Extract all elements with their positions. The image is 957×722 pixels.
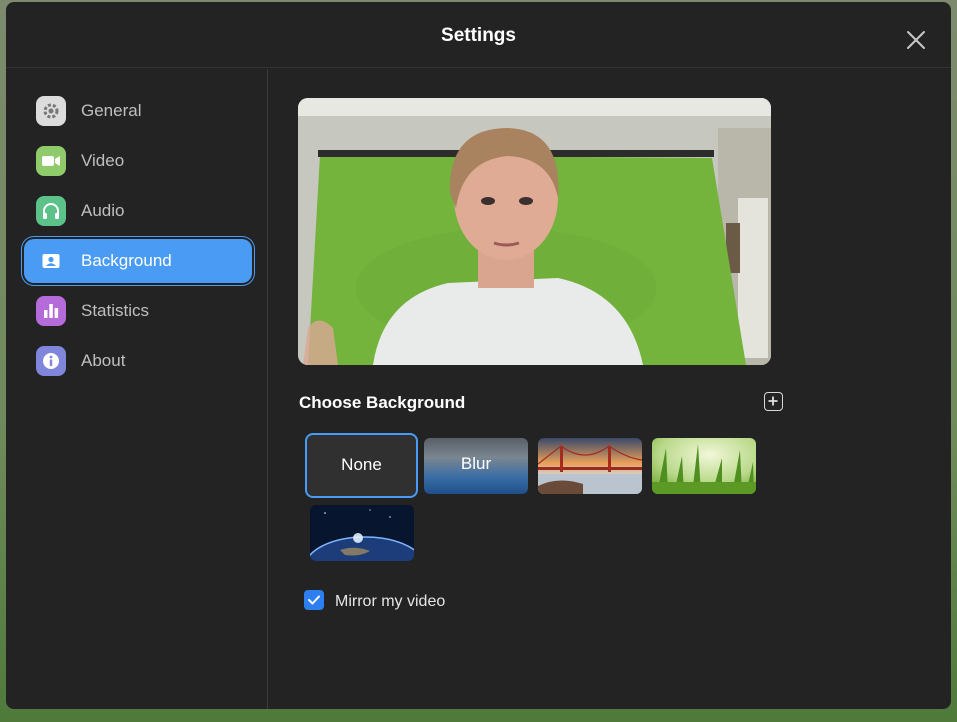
headphones-icon: [36, 196, 66, 226]
info-icon: [36, 346, 66, 376]
choose-background-title: Choose Background: [299, 393, 466, 412]
settings-window: Settings General Video Audio Background …: [6, 2, 951, 709]
background-option-grass[interactable]: [652, 438, 756, 494]
close-icon: [907, 31, 925, 49]
sidebar-item-label: Background: [81, 251, 172, 270]
background-option-label: None: [341, 455, 382, 474]
sidebar-item-background[interactable]: Background: [24, 239, 252, 283]
add-background-button[interactable]: [764, 392, 783, 411]
portrait-icon: [36, 246, 66, 276]
window-title: Settings: [441, 25, 516, 46]
sidebar-item-general[interactable]: General: [24, 89, 252, 133]
sidebar-item-label: Audio: [81, 201, 125, 220]
background-option-label: Blur: [460, 454, 492, 473]
video-camera-icon: [36, 146, 66, 176]
plus-icon: [768, 396, 778, 406]
video-preview: [298, 98, 771, 365]
mirror-video-label: Mirror my video: [335, 593, 446, 610]
close-button[interactable]: [905, 29, 927, 51]
sidebar-item-about[interactable]: About: [24, 339, 252, 383]
sidebar-item-audio[interactable]: Audio: [24, 189, 252, 233]
background-option-golden-gate-bridge[interactable]: [538, 438, 642, 494]
sidebar-item-label: General: [81, 101, 142, 120]
sidebar-item-label: Video: [81, 151, 125, 170]
title-bar: Settings: [6, 2, 951, 68]
sidebar-item-label: About: [81, 351, 126, 370]
bar-chart-icon: [36, 296, 66, 326]
background-option-blur[interactable]: Blur: [424, 438, 528, 494]
background-option-none[interactable]: None: [305, 433, 418, 498]
sidebar-item-label: Statistics: [81, 301, 150, 320]
sidebar-item-video[interactable]: Video: [24, 139, 252, 183]
sidebar-item-statistics[interactable]: Statistics: [24, 289, 252, 333]
gear-icon: [36, 96, 66, 126]
settings-sidebar: General Video Audio Background Statistic…: [6, 69, 268, 709]
background-settings-panel: Choose Background None Blur Mirror my vi…: [269, 69, 951, 709]
mirror-video-checkbox[interactable]: [304, 590, 324, 610]
background-option-earth-from-space[interactable]: [310, 505, 414, 561]
checkmark-icon: [308, 595, 320, 605]
